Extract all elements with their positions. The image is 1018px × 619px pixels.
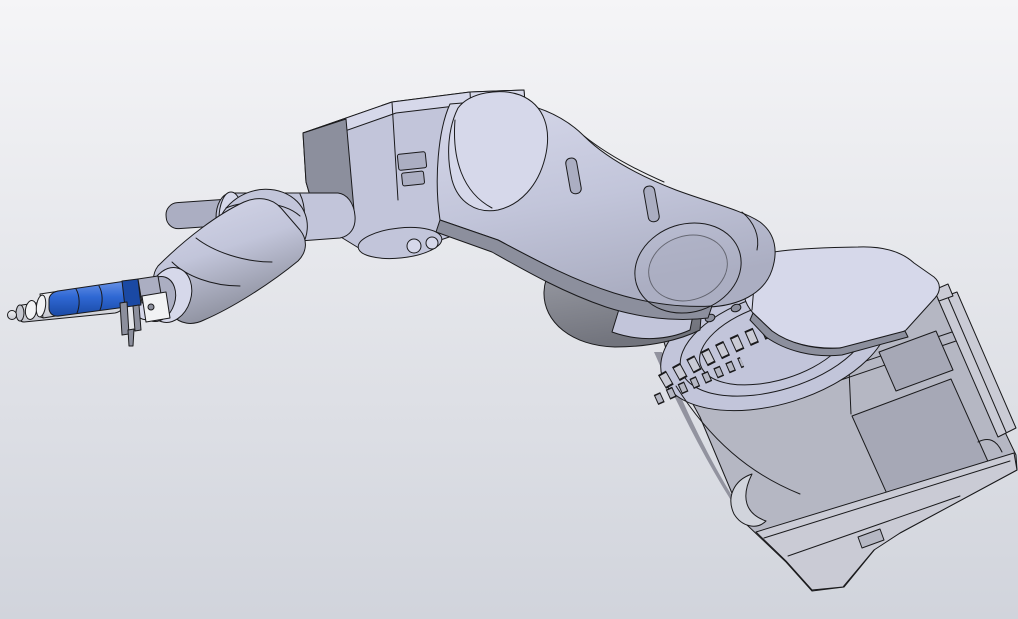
bracket-pin2 — [132, 304, 142, 332]
bracket-hanging-pin — [127, 328, 135, 347]
lower-cylinder-tip — [15, 304, 25, 322]
lower-cylinder-ball-nub — [7, 310, 17, 320]
elbow-bracket2 — [401, 170, 425, 187]
robot-arm-model — [0, 0, 1018, 619]
elbow-pin2 — [425, 236, 439, 250]
cad-viewport[interactable] — [0, 0, 1018, 619]
elbow-pin1 — [406, 238, 422, 254]
elbow-bracket1 — [396, 151, 428, 171]
bracket-bolt — [147, 303, 155, 311]
bracket-block-lower — [141, 291, 171, 323]
